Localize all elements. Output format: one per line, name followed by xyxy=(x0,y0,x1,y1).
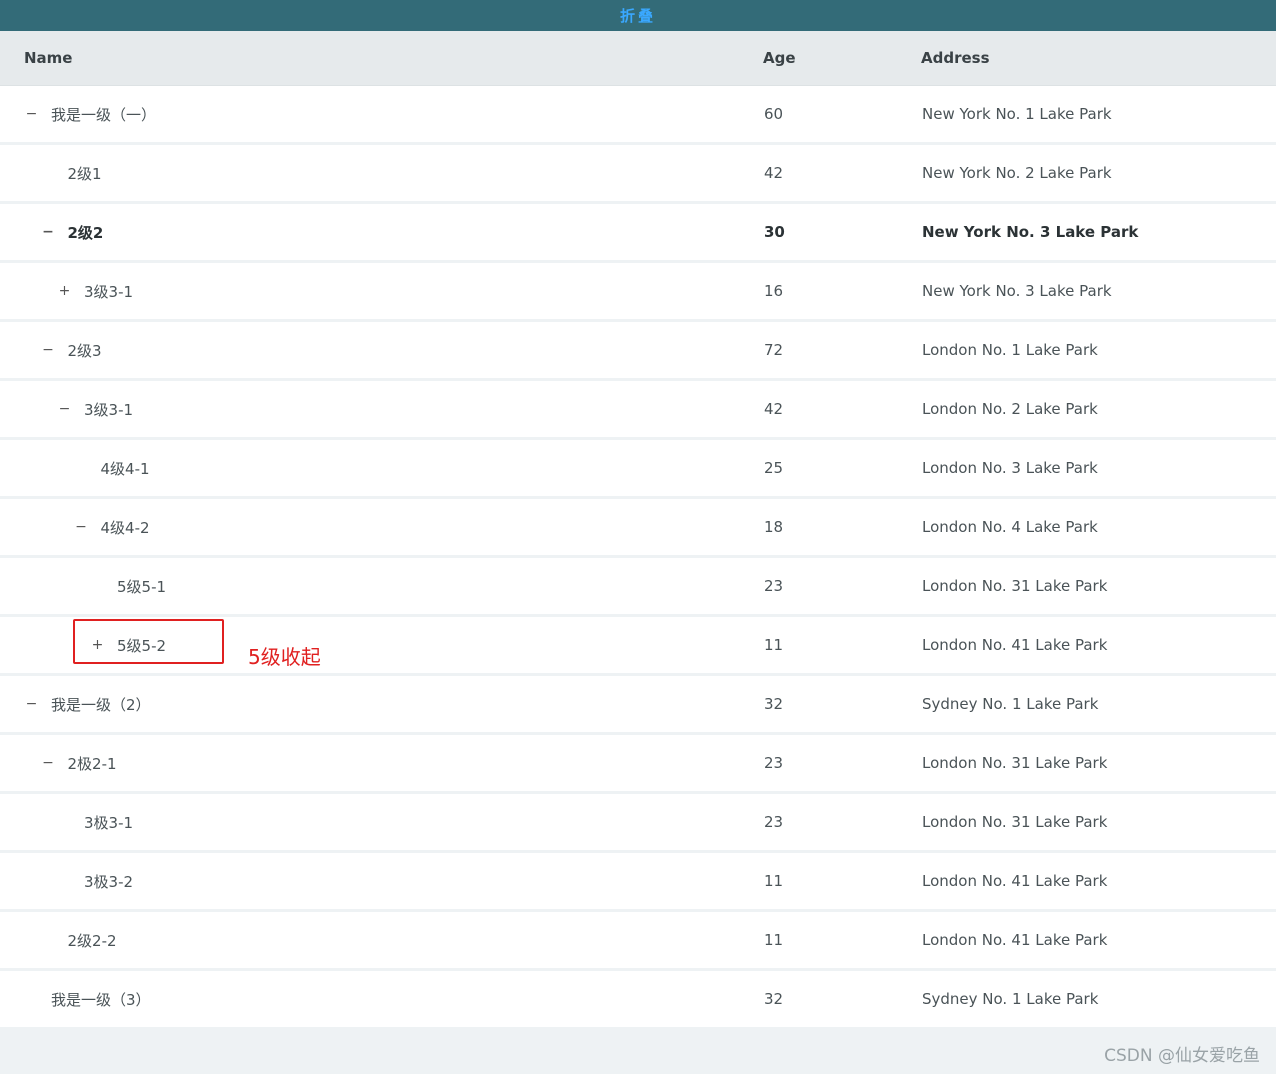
column-header-age[interactable]: Age xyxy=(763,49,796,67)
cell-name: 2级1 xyxy=(43,145,102,201)
table-row[interactable]: −4级4-2 18 London No. 4 Lake Park xyxy=(0,499,1276,558)
cell-name: 5级5-1 xyxy=(92,558,166,614)
collapse-all-button[interactable]: 折叠 xyxy=(620,5,656,26)
cell-name: −3级3-1 xyxy=(59,381,133,437)
collapse-icon[interactable]: − xyxy=(26,107,38,121)
collapse-icon[interactable]: − xyxy=(59,402,71,416)
row-name-label: 5级5-1 xyxy=(117,577,167,596)
cell-name: −2极2-1 xyxy=(42,735,117,791)
table-row[interactable]: −3级3-1 42 London No. 2 Lake Park xyxy=(0,381,1276,440)
table-row[interactable]: +3级3-1 16 New York No. 3 Lake Park xyxy=(0,263,1276,322)
cell-address: Sydney No. 1 Lake Park xyxy=(922,695,1099,713)
cell-address: London No. 1 Lake Park xyxy=(922,341,1098,359)
tree-table: Name Age Address − 我是一级（一） 60 New York No. … xyxy=(0,31,1276,1030)
row-name-label: 4级4-1 xyxy=(100,459,150,478)
cell-address: London No. 31 Lake Park xyxy=(922,577,1108,595)
cell-age: 23 xyxy=(764,754,784,772)
annotation-text: 5级收起 xyxy=(248,645,321,669)
cell-age: 42 xyxy=(764,164,784,182)
cell-address: London No. 41 Lake Park xyxy=(922,636,1108,654)
cell-address: London No. 41 Lake Park xyxy=(922,931,1108,949)
cell-age: 42 xyxy=(764,400,784,418)
table-header: Name Age Address xyxy=(0,31,1276,86)
cell-name: 4级4-1 xyxy=(76,440,150,496)
row-name-label: 2极2-1 xyxy=(67,754,117,773)
annotation-highlight-box xyxy=(73,619,224,664)
cell-address: London No. 41 Lake Park xyxy=(922,872,1108,890)
row-name-label: 我是一级（一） xyxy=(51,105,157,124)
cell-age: 72 xyxy=(764,341,784,359)
table-row[interactable]: − 我是一级（2） 32 Sydney No. 1 Lake Park xyxy=(0,676,1276,735)
table-row[interactable]: 5级5-1 23 London No. 31 Lake Park xyxy=(0,558,1276,617)
cell-name: −4级4-2 xyxy=(75,499,150,555)
cell-age: 18 xyxy=(764,518,784,536)
cell-address: London No. 31 Lake Park xyxy=(922,754,1108,772)
table-row[interactable]: 3极3-2 11 London No. 41 Lake Park xyxy=(0,853,1276,912)
row-name-label: 3极3-2 xyxy=(84,872,134,891)
table-row[interactable]: −2极2-1 23 London No. 31 Lake Park xyxy=(0,735,1276,794)
cell-name: −2级2 xyxy=(42,204,104,260)
cell-age: 23 xyxy=(764,577,784,595)
collapse-icon[interactable]: − xyxy=(42,343,54,357)
cell-address: London No. 2 Lake Park xyxy=(922,400,1098,418)
table-row[interactable]: 我是一级（3） 32 Sydney No. 1 Lake Park xyxy=(0,971,1276,1030)
collapse-icon[interactable]: − xyxy=(42,756,54,770)
collapse-icon[interactable]: − xyxy=(75,520,87,534)
cell-age: 11 xyxy=(764,872,784,890)
watermark: CSDN @仙女爱吃鱼 xyxy=(1104,1046,1260,1066)
cell-age: 60 xyxy=(764,105,784,123)
cell-age: 11 xyxy=(764,931,784,949)
cell-name: − 我是一级（一） xyxy=(26,86,156,142)
cell-age: 11 xyxy=(764,636,784,654)
table-row[interactable]: −2级2 30 New York No. 3 Lake Park xyxy=(0,204,1276,263)
row-name-label: 2级1 xyxy=(67,164,102,183)
table-row[interactable]: 2级2-2 11 London No. 41 Lake Park xyxy=(0,912,1276,971)
cell-address: London No. 3 Lake Park xyxy=(922,459,1098,477)
table-row[interactable]: 4级4-1 25 London No. 3 Lake Park xyxy=(0,440,1276,499)
row-name-label: 3级3-1 xyxy=(84,282,134,301)
table-row[interactable]: 3极3-1 23 London No. 31 Lake Park xyxy=(0,794,1276,853)
cell-age: 16 xyxy=(764,282,784,300)
cell-age: 25 xyxy=(764,459,784,477)
cell-address: New York No. 3 Lake Park xyxy=(922,282,1112,300)
cell-age: 32 xyxy=(764,695,784,713)
row-name-label: 2级2-2 xyxy=(67,931,117,950)
row-name-label: 我是一级（2） xyxy=(51,695,151,714)
cell-name: 3极3-1 xyxy=(59,794,133,850)
cell-name: − 我是一级（2） xyxy=(26,676,151,732)
top-bar: 折叠 xyxy=(0,0,1276,31)
row-name-label: 2级2 xyxy=(67,223,104,242)
table-row[interactable]: − 我是一级（一） 60 New York No. 1 Lake Park xyxy=(0,86,1276,145)
cell-name: 2级2-2 xyxy=(43,912,117,968)
cell-address: Sydney No. 1 Lake Park xyxy=(922,990,1099,1008)
cell-address: London No. 31 Lake Park xyxy=(922,813,1108,831)
row-name-label: 3极3-1 xyxy=(84,813,134,832)
cell-age: 23 xyxy=(764,813,784,831)
cell-name: −2级3 xyxy=(42,322,102,378)
table-body: − 我是一级（一） 60 New York No. 1 Lake Park 2级1 42 N… xyxy=(0,86,1276,1030)
table-row[interactable]: −2级3 72 London No. 1 Lake Park xyxy=(0,322,1276,381)
cell-age: 32 xyxy=(764,990,784,1008)
cell-address: New York No. 3 Lake Park xyxy=(922,223,1139,241)
cell-name: 我是一级（3） xyxy=(26,971,151,1027)
collapse-icon[interactable]: − xyxy=(42,225,54,239)
column-header-address[interactable]: Address xyxy=(921,49,990,67)
table-row[interactable]: 2级1 42 New York No. 2 Lake Park xyxy=(0,145,1276,204)
row-name-label: 4级4-2 xyxy=(100,518,150,537)
row-name-label: 3级3-1 xyxy=(84,400,134,419)
cell-address: New York No. 2 Lake Park xyxy=(922,164,1112,182)
column-header-name[interactable]: Name xyxy=(24,49,72,67)
cell-age: 30 xyxy=(764,223,785,241)
expand-icon[interactable]: + xyxy=(59,284,71,298)
cell-address: London No. 4 Lake Park xyxy=(922,518,1098,536)
row-name-label: 2级3 xyxy=(67,341,102,360)
cell-name: 3极3-2 xyxy=(59,853,133,909)
cell-address: New York No. 1 Lake Park xyxy=(922,105,1112,123)
cell-name: +3级3-1 xyxy=(59,263,133,319)
collapse-icon[interactable]: − xyxy=(26,697,38,711)
row-name-label: 我是一级（3） xyxy=(51,990,151,1009)
